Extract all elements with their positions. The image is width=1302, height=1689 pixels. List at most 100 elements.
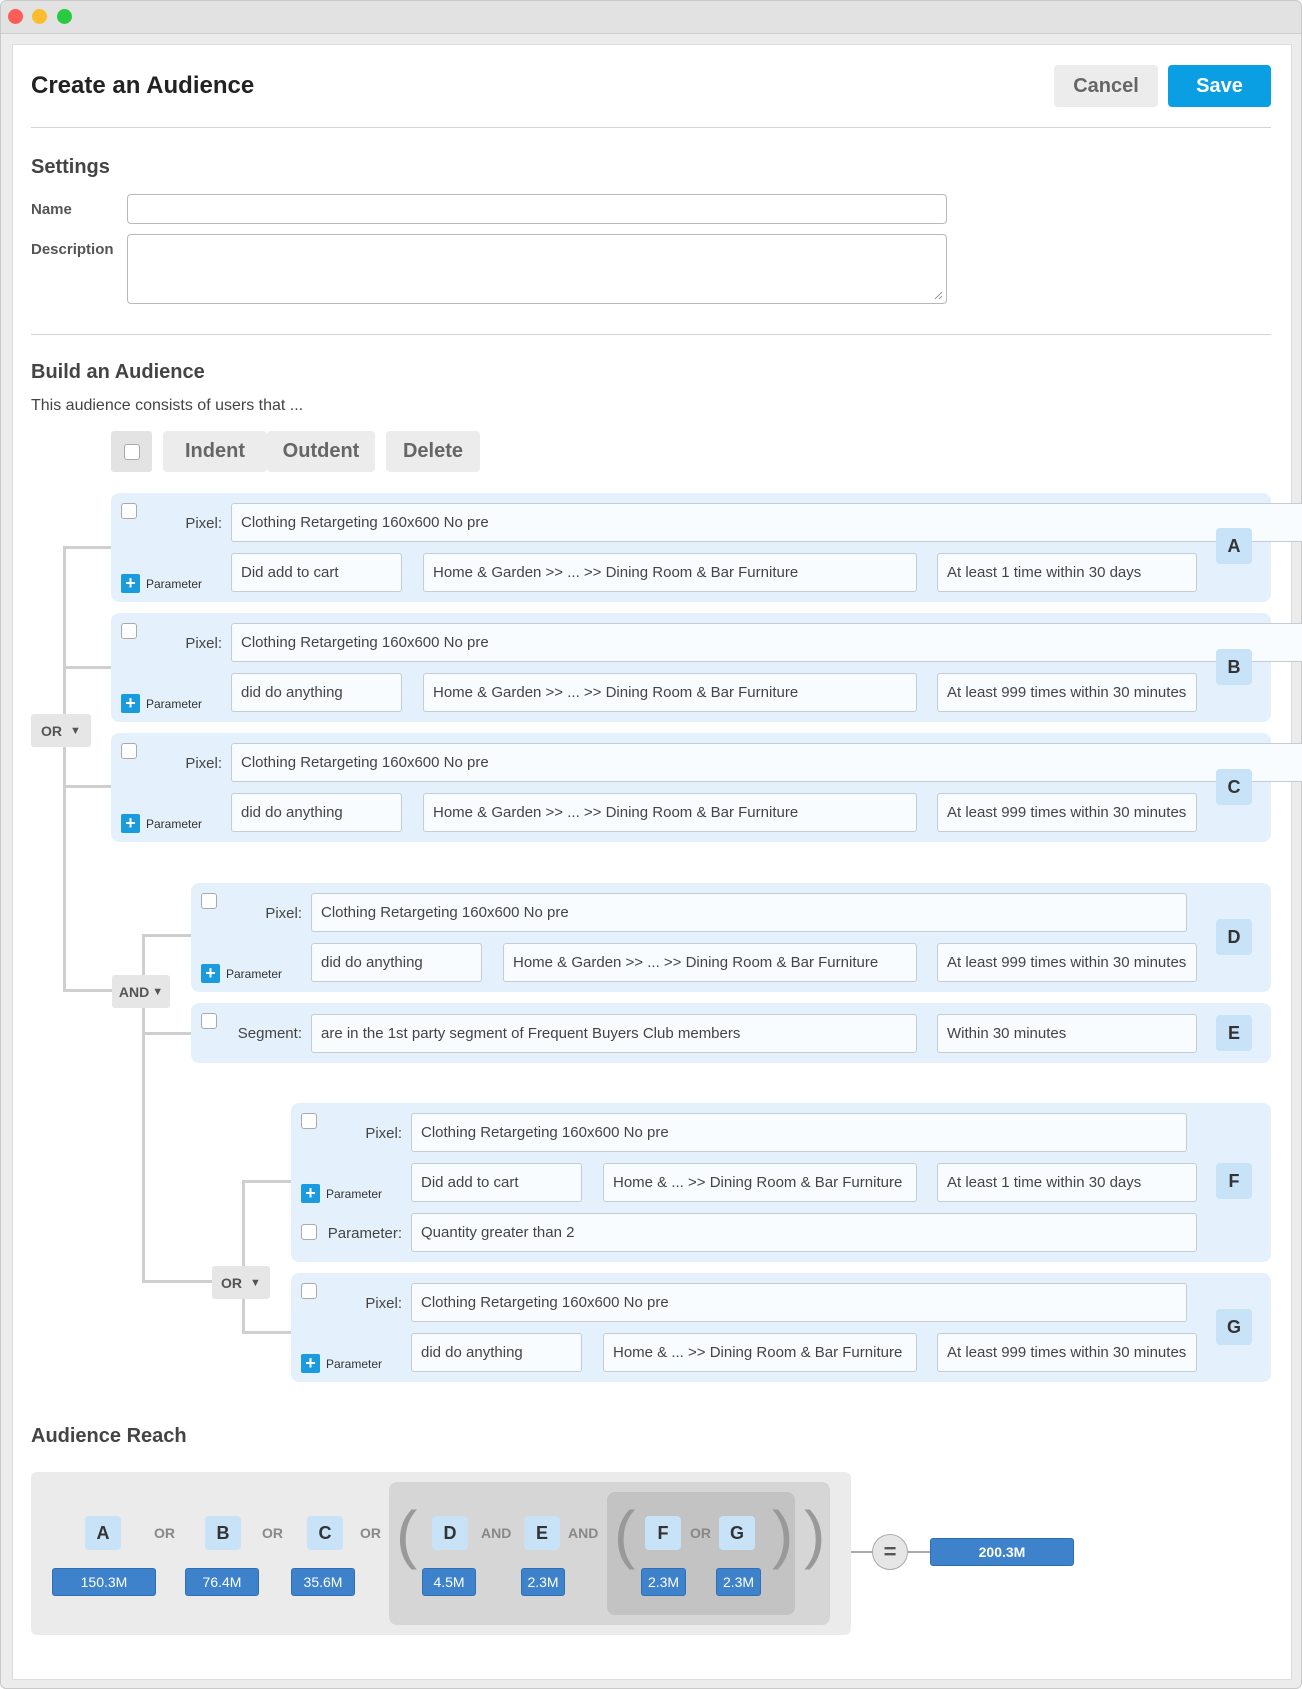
pixel-select[interactable]: Clothing Retargeting 160x600 No pre <box>411 1113 1187 1152</box>
action-select[interactable]: did do anything <box>311 943 482 982</box>
segment-select[interactable]: are in the 1st party segment of Frequent… <box>311 1014 917 1053</box>
reach-op-or: OR <box>262 1525 283 1541</box>
add-parameter-link[interactable]: Parameter <box>326 1187 382 1201</box>
and-operator-dropdown[interactable]: AND ▼ <box>112 975 170 1008</box>
plus-icon[interactable]: + <box>201 964 220 983</box>
reach-letter-c: C <box>307 1516 343 1550</box>
select-all-box <box>111 431 152 472</box>
zoom-window-button[interactable] <box>57 9 72 24</box>
plus-icon[interactable]: + <box>121 814 140 833</box>
rule-letter-badge: C <box>1216 769 1252 805</box>
plus-icon[interactable]: + <box>301 1184 320 1203</box>
rule-card-f: Pixel: Clothing Retargeting 160x600 No p… <box>291 1103 1271 1262</box>
rule-letter-badge: D <box>1216 919 1252 955</box>
header-divider <box>31 127 1271 128</box>
reach-value-d: 4.5M <box>422 1568 476 1596</box>
category-select[interactable]: Home & Garden >> ... >> Dining Room & Ba… <box>423 673 917 712</box>
frequency-select[interactable]: At least 999 times within 30 minutes <box>937 943 1197 982</box>
add-parameter-link[interactable]: Parameter <box>146 577 202 591</box>
plus-icon[interactable]: + <box>121 574 140 593</box>
action-select[interactable]: did do anything <box>231 793 402 832</box>
outdent-button[interactable]: Outdent <box>267 431 375 472</box>
parameter-select[interactable]: Quantity greater than 2 <box>411 1213 1197 1252</box>
action-select[interactable]: did do anything <box>231 673 402 712</box>
pixel-select[interactable]: Clothing Retargeting 160x600 No pre <box>411 1283 1187 1322</box>
frequency-select[interactable]: At least 1 time within 30 days <box>937 553 1197 592</box>
add-parameter-link[interactable]: Parameter <box>326 1357 382 1371</box>
rule-checkbox[interactable] <box>121 623 137 639</box>
rule-card-a: Pixel: Clothing Retargeting 160x600 No p… <box>111 493 1302 602</box>
add-parameter-link[interactable]: Parameter <box>146 817 202 831</box>
reach-letter-g: G <box>719 1516 755 1550</box>
frequency-select[interactable]: Within 30 minutes <box>937 1014 1197 1053</box>
name-input[interactable] <box>127 194 947 224</box>
or-operator-dropdown[interactable]: OR ▼ <box>31 714 91 747</box>
pixel-label: Pixel: <box>185 755 222 772</box>
indent-button[interactable]: Indent <box>163 431 267 472</box>
frequency-select[interactable]: At least 999 times within 30 minutes <box>937 673 1197 712</box>
category-select[interactable]: Home & ... >> Dining Room & Bar Furnitur… <box>603 1163 917 1202</box>
inner-or-operator-dropdown[interactable]: OR ▼ <box>212 1266 270 1299</box>
rule-checkbox[interactable] <box>201 893 217 909</box>
plus-icon[interactable]: + <box>121 694 140 713</box>
category-select[interactable]: Home & Garden >> ... >> Dining Room & Ba… <box>423 793 917 832</box>
reach-total: 200.3M <box>930 1538 1074 1566</box>
reach-op-or: OR <box>690 1525 711 1541</box>
pixel-select[interactable]: Clothing Retargeting 160x600 No pre <box>231 743 1302 782</box>
or-operator-label: OR <box>41 722 63 739</box>
build-heading: Build an Audience <box>31 361 205 383</box>
save-button[interactable]: Save <box>1168 65 1271 107</box>
and-operator-label: AND <box>118 983 150 1000</box>
chevron-down-icon: ▼ <box>70 724 81 737</box>
tree-line-inner-or <box>242 1180 245 1334</box>
tree-branch-d <box>142 934 191 937</box>
description-textarea[interactable] <box>127 234 947 304</box>
pixel-select[interactable]: Clothing Retargeting 160x600 No pre <box>311 893 1187 932</box>
frequency-select[interactable]: At least 1 time within 30 days <box>937 1163 1197 1202</box>
reach-value-b: 76.4M <box>185 1568 259 1596</box>
category-select[interactable]: Home & ... >> Dining Room & Bar Furnitur… <box>603 1333 917 1372</box>
plus-icon[interactable]: + <box>301 1354 320 1373</box>
rule-checkbox[interactable] <box>201 1013 217 1029</box>
parameter-checkbox[interactable] <box>301 1224 317 1240</box>
category-select[interactable]: Home & Garden >> ... >> Dining Room & Ba… <box>503 943 917 982</box>
frequency-select[interactable]: At least 999 times within 30 minutes <box>937 1333 1197 1372</box>
reach-value-f: 2.3M <box>641 1568 686 1596</box>
add-parameter-link[interactable]: Parameter <box>146 697 202 711</box>
select-all-checkbox[interactable] <box>124 444 140 460</box>
pixel-label: Pixel: <box>365 1125 402 1142</box>
open-paren-icon: ( <box>614 1498 636 1570</box>
reach-letter-b: B <box>205 1516 241 1550</box>
pixel-select[interactable]: Clothing Retargeting 160x600 No pre <box>231 623 1302 662</box>
action-select[interactable]: Did add to cart <box>231 553 402 592</box>
delete-button[interactable]: Delete <box>386 431 480 472</box>
inner-or-operator-label: OR <box>221 1274 243 1291</box>
rule-card-g: Pixel: Clothing Retargeting 160x600 No p… <box>291 1273 1271 1382</box>
rule-checkbox[interactable] <box>121 743 137 759</box>
resize-handle-icon[interactable] <box>934 291 943 300</box>
action-select[interactable]: did do anything <box>411 1333 582 1372</box>
rule-checkbox[interactable] <box>121 503 137 519</box>
minimize-window-button[interactable] <box>32 9 47 24</box>
title-bar <box>1 1 1301 34</box>
reach-op-or: OR <box>360 1525 381 1541</box>
category-select[interactable]: Home & Garden >> ... >> Dining Room & Ba… <box>423 553 917 592</box>
add-parameter-link[interactable]: Parameter <box>226 967 282 981</box>
frequency-select[interactable]: At least 999 times within 30 minutes <box>937 793 1197 832</box>
rule-checkbox[interactable] <box>301 1283 317 1299</box>
tree-branch-g <box>242 1331 291 1334</box>
tree-line-or <box>63 546 66 992</box>
rule-letter-badge: F <box>1216 1163 1252 1199</box>
parameter-label: Parameter: <box>327 1225 402 1242</box>
rule-letter-badge: G <box>1216 1309 1252 1345</box>
action-select[interactable]: Did add to cart <box>411 1163 582 1202</box>
rule-card-d: Pixel: Clothing Retargeting 160x600 No p… <box>191 883 1271 992</box>
rule-checkbox[interactable] <box>301 1113 317 1129</box>
settings-heading: Settings <box>31 156 110 178</box>
page-title: Create an Audience <box>31 72 255 99</box>
pixel-select[interactable]: Clothing Retargeting 160x600 No pre <box>231 503 1302 542</box>
close-window-button[interactable] <box>8 9 23 24</box>
reach-value-a: 150.3M <box>52 1568 156 1596</box>
cancel-button[interactable]: Cancel <box>1054 65 1158 107</box>
rule-letter-badge: A <box>1216 528 1252 564</box>
